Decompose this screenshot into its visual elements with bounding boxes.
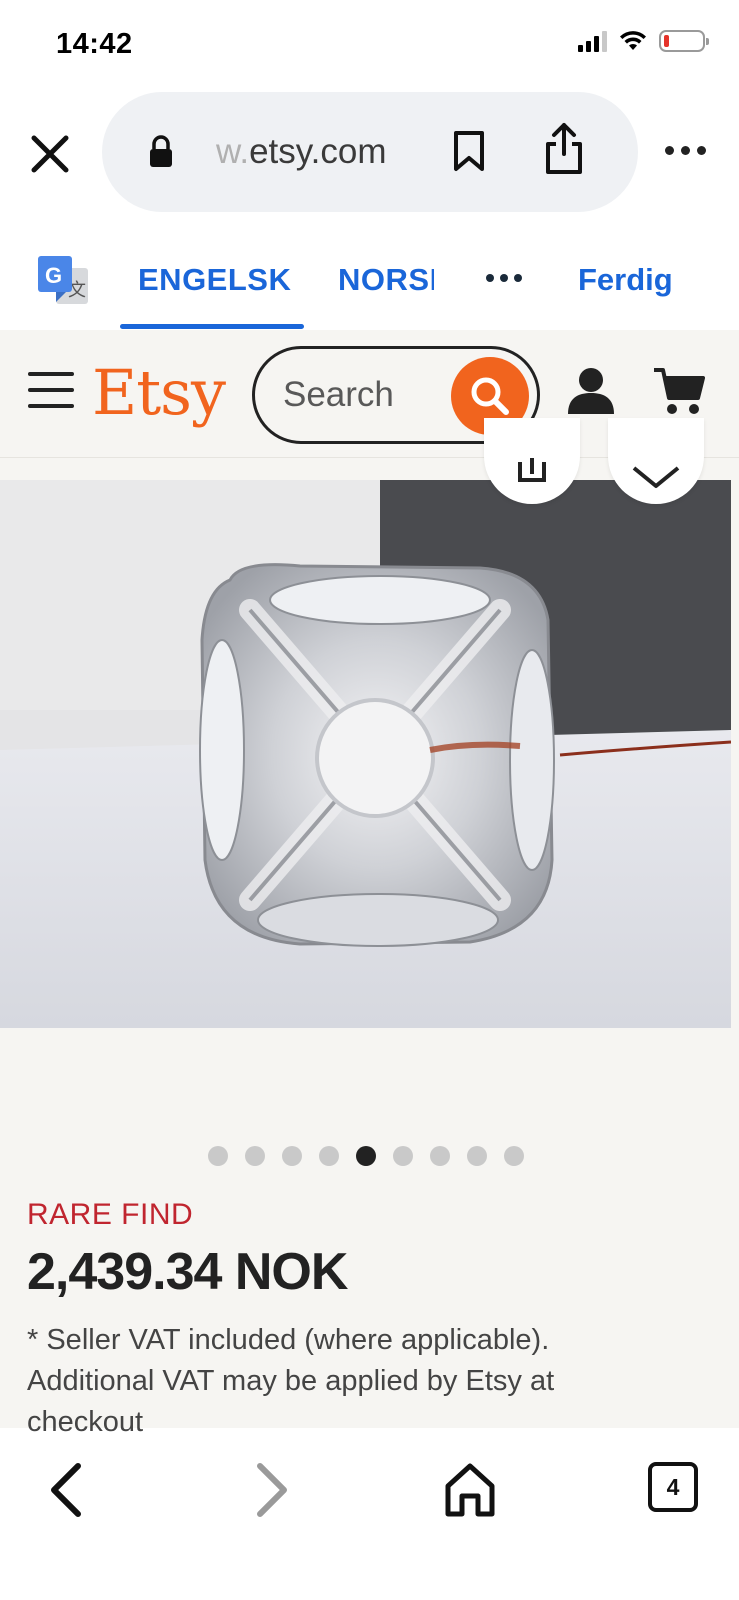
pagination-dot[interactable] xyxy=(245,1146,265,1166)
share-icon[interactable] xyxy=(544,122,584,176)
svg-text:G: G xyxy=(45,263,62,288)
pagination-dot[interactable] xyxy=(319,1146,339,1166)
close-icon[interactable] xyxy=(28,132,72,176)
image-pagination xyxy=(208,1146,524,1166)
favorite-button[interactable] xyxy=(608,418,704,504)
pagination-dot[interactable] xyxy=(393,1146,413,1166)
cart-icon[interactable] xyxy=(652,366,706,416)
share-icon xyxy=(518,458,546,482)
back-icon[interactable] xyxy=(40,1460,100,1520)
hamburger-menu-icon[interactable] xyxy=(28,372,74,408)
home-icon[interactable] xyxy=(440,1460,500,1520)
share-image-button[interactable] xyxy=(484,418,580,504)
rare-find-badge: RARE FIND xyxy=(27,1198,194,1231)
pagination-dot[interactable] xyxy=(356,1146,376,1166)
url-text[interactable]: w.etsy.com xyxy=(216,132,406,172)
etsy-logo[interactable]: Etsy xyxy=(92,356,226,429)
translate-more-icon[interactable] xyxy=(486,274,522,282)
product-price: 2,439.34 NOK xyxy=(27,1243,348,1301)
product-image[interactable] xyxy=(0,480,731,1028)
page: 14:42 w.etsy.com 文 G ENGELSK NORS Ferdig… xyxy=(0,0,739,1600)
browser-url-row: w.etsy.com xyxy=(0,92,739,222)
tab-english[interactable]: ENGELSK xyxy=(138,262,291,298)
lock-icon xyxy=(150,135,172,167)
more-menu-icon[interactable] xyxy=(665,140,711,160)
done-button[interactable]: Ferdig xyxy=(578,262,673,298)
status-time: 14:42 xyxy=(56,28,133,60)
user-icon[interactable] xyxy=(566,366,616,416)
tabs-button[interactable]: 4 xyxy=(648,1462,698,1512)
wifi-icon xyxy=(620,31,646,50)
glass-lamp-photo xyxy=(0,480,731,1028)
vat-note: * Seller VAT included (where applicable)… xyxy=(27,1324,555,1438)
search-input[interactable] xyxy=(283,375,443,415)
battery-icon xyxy=(659,30,709,52)
product-gallery: RARE FIND 2,439.34 NOK * Seller VAT incl… xyxy=(0,418,739,1438)
pagination-dot[interactable] xyxy=(208,1146,228,1166)
bookmark-icon[interactable] xyxy=(452,130,486,172)
cellular-signal-icon xyxy=(578,30,607,52)
pagination-dot[interactable] xyxy=(504,1146,524,1166)
url-domain: etsy.com xyxy=(249,132,387,171)
status-icons xyxy=(578,30,709,52)
url-prefix: w. xyxy=(216,132,250,171)
address-bar[interactable]: w.etsy.com xyxy=(102,92,638,212)
browser-bottom-toolbar: 4 xyxy=(0,1432,739,1600)
pagination-dot[interactable] xyxy=(467,1146,487,1166)
heart-icon xyxy=(632,466,680,488)
google-translate-icon[interactable]: 文 G xyxy=(38,254,90,306)
tab-norwegian[interactable]: NORSK xyxy=(338,262,434,298)
status-bar: 14:42 xyxy=(0,0,739,92)
forward-icon[interactable] xyxy=(238,1460,298,1520)
pagination-dot[interactable] xyxy=(282,1146,302,1166)
pagination-dot[interactable] xyxy=(430,1146,450,1166)
translate-bar: 文 G ENGELSK NORSK Ferdig xyxy=(0,222,739,330)
active-tab-indicator xyxy=(120,324,304,329)
search-icon xyxy=(471,377,509,415)
